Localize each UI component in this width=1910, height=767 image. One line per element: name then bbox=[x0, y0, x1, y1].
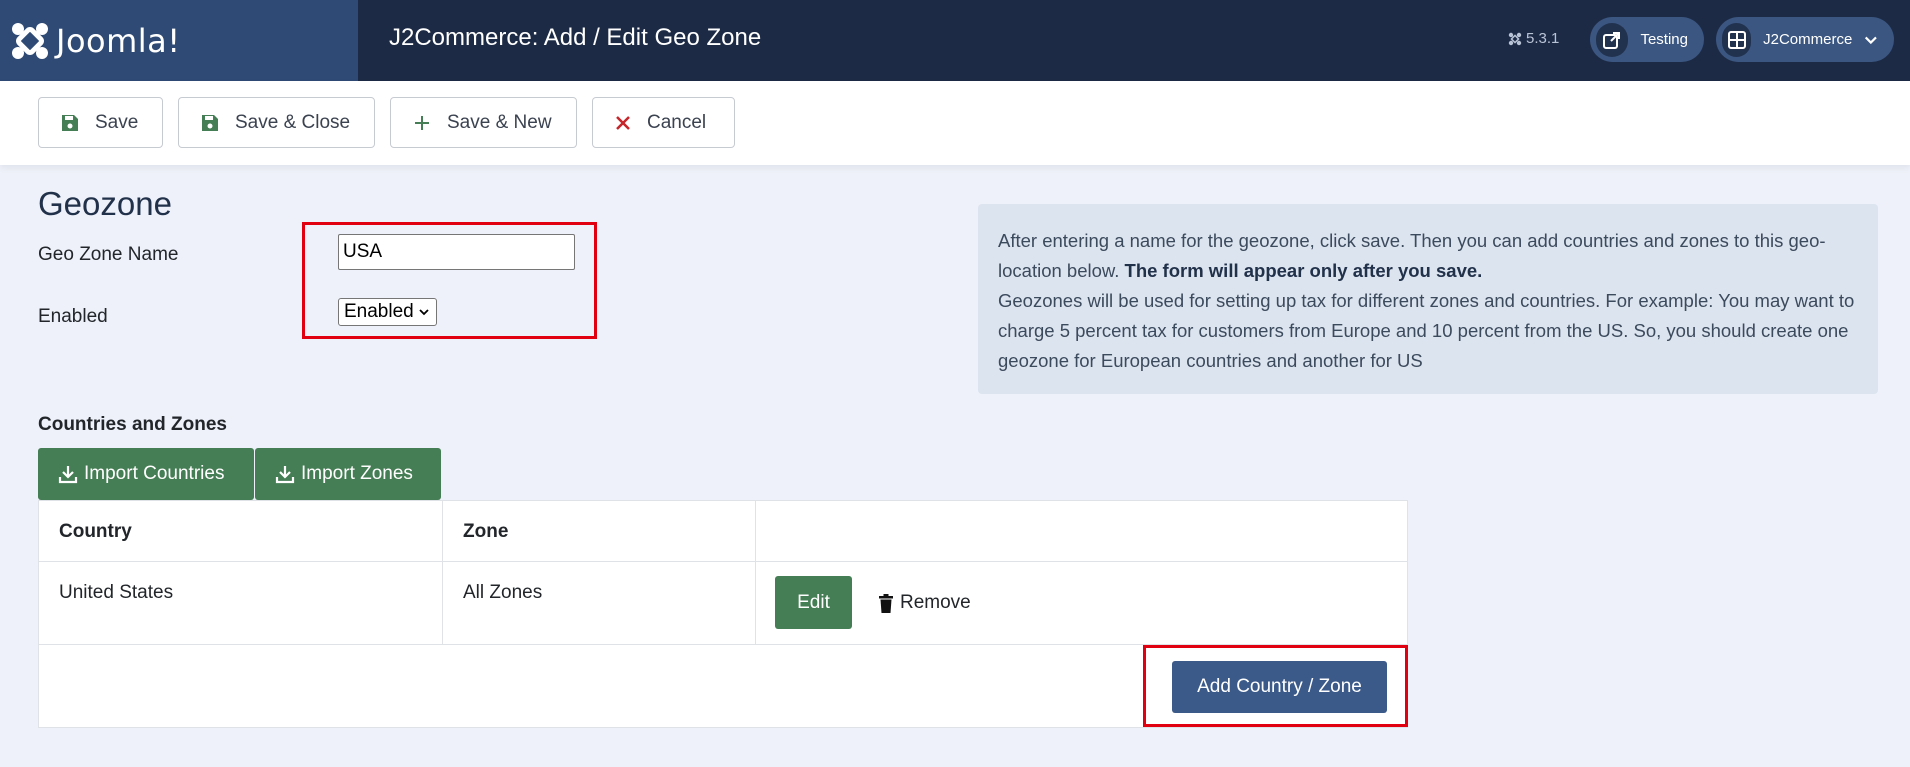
enabled-select[interactable]: Enabled bbox=[338, 298, 437, 326]
column-header-zone: Zone bbox=[463, 521, 509, 542]
column-header-country: Country bbox=[59, 521, 132, 542]
info-text-2: Geozones will be used for setting up tax… bbox=[998, 290, 1855, 371]
save-icon bbox=[202, 114, 218, 131]
version-info: 5.3.1 bbox=[1508, 30, 1559, 47]
section-title: Geozone bbox=[38, 185, 172, 222]
download-icon bbox=[275, 466, 295, 484]
site-link-testing[interactable]: Testing bbox=[1590, 17, 1704, 62]
close-icon bbox=[616, 115, 630, 130]
external-link-icon bbox=[1596, 22, 1629, 57]
remove-label: Remove bbox=[900, 592, 971, 613]
trash-icon bbox=[879, 593, 893, 613]
info-text-bold: The form will appear only after you save… bbox=[1124, 260, 1483, 281]
site-link-label: Testing bbox=[1640, 31, 1688, 48]
row-country: United States bbox=[59, 582, 174, 603]
dashboard-grid-icon bbox=[1722, 22, 1752, 57]
save-close-label: Save & Close bbox=[235, 111, 351, 133]
logo-text: Joomla! bbox=[56, 21, 181, 60]
save-icon bbox=[62, 114, 78, 131]
geo-zone-name-label: Geo Zone Name bbox=[38, 244, 179, 265]
page-title: J2Commerce: Add / Edit Geo Zone bbox=[389, 24, 762, 51]
import-zones-label: Import Zones bbox=[301, 463, 413, 484]
user-menu[interactable]: J2Commerce bbox=[1716, 17, 1894, 62]
top-header: Joomla! J2Commerce: Add / Edit Geo Zone … bbox=[0, 0, 1910, 81]
remove-button[interactable]: Remove bbox=[878, 592, 971, 614]
save-button[interactable]: Save bbox=[38, 97, 163, 148]
import-countries-label: Import Countries bbox=[84, 463, 225, 484]
cancel-button[interactable]: Cancel bbox=[592, 97, 735, 148]
joomla-logo-icon bbox=[12, 22, 48, 59]
download-icon bbox=[58, 466, 78, 484]
import-countries-button[interactable]: Import Countries bbox=[38, 448, 254, 500]
enabled-select-value: Enabled bbox=[344, 301, 414, 322]
toolbar: Save Save & Close Save & New Cancel bbox=[0, 81, 1910, 165]
geo-zone-name-input[interactable] bbox=[338, 234, 575, 270]
save-label: Save bbox=[95, 111, 139, 133]
edit-button[interactable]: Edit bbox=[775, 576, 852, 629]
column-divider bbox=[442, 500, 443, 644]
joomla-small-icon bbox=[1508, 32, 1522, 45]
user-menu-label: J2Commerce bbox=[1763, 31, 1853, 48]
chevron-down-icon bbox=[1865, 36, 1878, 44]
save-close-button[interactable]: Save & Close bbox=[178, 97, 375, 148]
import-zones-button[interactable]: Import Zones bbox=[255, 448, 441, 500]
plus-icon bbox=[415, 115, 429, 130]
add-country-zone-button[interactable]: Add Country / Zone bbox=[1172, 661, 1387, 713]
joomla-logo[interactable]: Joomla! bbox=[0, 0, 358, 81]
countries-zones-title: Countries and Zones bbox=[38, 414, 227, 435]
save-new-button[interactable]: Save & New bbox=[390, 97, 577, 148]
enabled-label: Enabled bbox=[38, 306, 108, 327]
version-number: 5.3.1 bbox=[1526, 30, 1560, 47]
table-header-divider bbox=[38, 561, 1408, 562]
save-new-label: Save & New bbox=[447, 111, 552, 133]
column-divider bbox=[755, 500, 756, 644]
info-alert: After entering a name for the geozone, c… bbox=[978, 204, 1878, 394]
row-zone: All Zones bbox=[463, 582, 543, 603]
cancel-label: Cancel bbox=[647, 111, 707, 133]
chevron-down-icon bbox=[419, 309, 429, 316]
